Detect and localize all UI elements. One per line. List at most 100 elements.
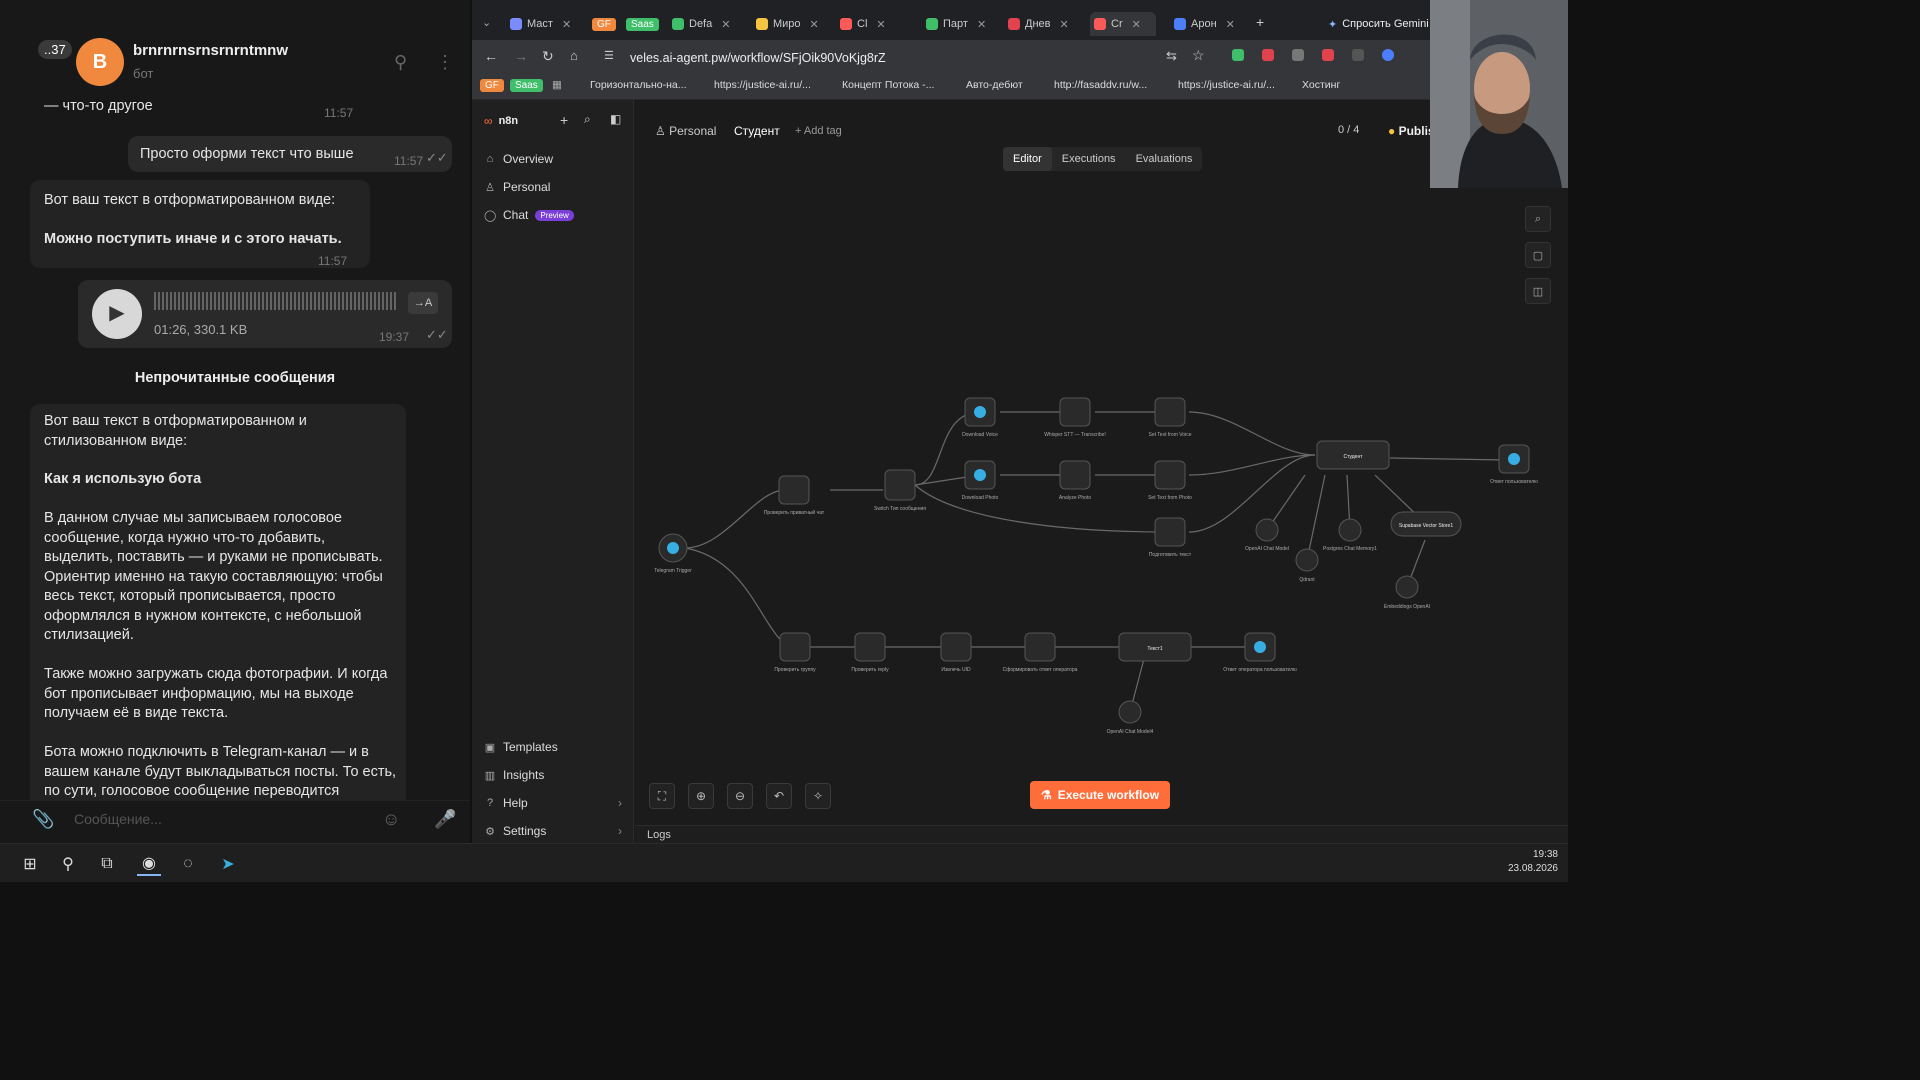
zoom-out-icon[interactable]: ⊖ [727, 783, 753, 809]
bookmark[interactable]: https://justice-ai.ru/... [714, 79, 811, 91]
close-icon[interactable]: ✕ [1226, 18, 1235, 31]
bookmark-star-icon[interactable]: ☆ [1192, 47, 1205, 64]
telegram-app-icon[interactable]: ➤ [216, 852, 240, 876]
new-tab-icon[interactable]: + [1256, 14, 1264, 30]
zoom-in-icon[interactable]: ⊕ [688, 783, 714, 809]
check-reply-node[interactable] [854, 632, 886, 662]
sidebar-item-chat[interactable]: ◯ Chat Preview [484, 208, 574, 222]
tab[interactable]: Днев ✕ [1008, 12, 1072, 36]
n8n-logo[interactable]: ∞ n8n [484, 114, 518, 128]
chrome-app-icon[interactable]: ◉ [137, 852, 161, 876]
play-icon[interactable]: ▶ [92, 289, 142, 339]
tab[interactable]: Парт ✕ [926, 12, 990, 36]
sidebar-item-overview[interactable]: ⌂ Overview [484, 152, 553, 166]
switch-node[interactable] [884, 469, 916, 501]
bookmark-saas[interactable]: Saas [510, 79, 543, 92]
transcribe-button[interactable]: →A [408, 292, 438, 314]
openai-model-node[interactable] [1255, 518, 1279, 542]
panel-toggle-icon[interactable]: ◫ [1525, 278, 1551, 304]
breadcrumb-project[interactable]: ♙ Personal [655, 124, 716, 138]
extension-icon[interactable] [1322, 49, 1334, 61]
close-icon[interactable]: ✕ [1132, 18, 1141, 31]
tab[interactable]: Cl ✕ [840, 12, 904, 36]
tab[interactable]: GF [592, 12, 620, 36]
extension-icon[interactable] [1292, 49, 1304, 61]
sidebar-item-settings[interactable]: ⚙ Settings › [484, 824, 622, 838]
attach-icon[interactable]: 📎 [32, 809, 54, 830]
bookmark[interactable]: Концепт Потока -... [842, 79, 934, 91]
sidebar-item-help[interactable]: ? Help › [484, 796, 622, 810]
extension-icon[interactable] [1352, 49, 1364, 61]
sticky-note-icon[interactable]: ▢ [1525, 242, 1551, 268]
translate-icon[interactable]: ⇆ [1166, 48, 1177, 64]
bookmark-gf[interactable]: GF [480, 79, 504, 92]
qdrant-node[interactable] [1295, 548, 1319, 572]
bookmark[interactable]: https://justice-ai.ru/... [1178, 79, 1275, 91]
tab[interactable]: Defa ✕ [672, 12, 736, 36]
apps-grid-icon[interactable]: ▦ [552, 79, 562, 91]
search-icon[interactable]: ⌕ [584, 112, 591, 127]
whisper-node[interactable] [1059, 397, 1091, 427]
extension-icon[interactable] [1262, 49, 1274, 61]
check-group-node[interactable] [779, 632, 811, 662]
bookmark[interactable]: http://fasaddv.ru/w... [1054, 79, 1147, 91]
tab-active[interactable]: Cr ✕ [1090, 12, 1156, 36]
zoom-search-icon[interactable]: ⌕ [1525, 206, 1551, 232]
extract-uid-node[interactable] [940, 632, 972, 662]
sidebar-item-insights[interactable]: ▥ Insights [484, 768, 545, 782]
sidebar-item-personal[interactable]: ♙ Personal [484, 180, 550, 194]
set-text-voice-node[interactable] [1154, 397, 1186, 427]
app-icon[interactable]: ◌ [176, 852, 200, 876]
tidy-up-icon[interactable]: ✧ [805, 783, 831, 809]
tab-executions[interactable]: Executions [1052, 147, 1126, 171]
extension-icon[interactable] [1232, 49, 1244, 61]
forward-icon[interactable]: → [514, 48, 528, 64]
site-info-icon[interactable]: ☰ [604, 49, 614, 62]
tab-list-icon[interactable]: ⌄ [482, 16, 491, 29]
analyze-photo-node[interactable] [1059, 460, 1091, 490]
chat-avatar[interactable]: B [76, 38, 124, 86]
undo-icon[interactable]: ↶ [766, 783, 792, 809]
url-field[interactable]: veles.ai-agent.pw/workflow/SFjOik90VoKjg… [630, 48, 1190, 68]
embeddings-node[interactable] [1395, 575, 1419, 599]
execute-workflow-button[interactable]: ⚗ Execute workflow [1030, 781, 1170, 809]
bookmark[interactable]: Авто-дебют [966, 79, 1023, 91]
tab-evaluations[interactable]: Evaluations [1126, 147, 1203, 171]
task-view-icon[interactable]: ⧉ [95, 852, 119, 876]
form-reply-node[interactable] [1024, 632, 1056, 662]
postgres-node[interactable] [1338, 518, 1362, 542]
close-icon[interactable]: ✕ [977, 18, 986, 31]
search-icon[interactable]: ⚲ [394, 52, 407, 73]
tab[interactable]: Арон ✕ [1174, 12, 1238, 36]
add-icon[interactable]: + [560, 112, 568, 128]
workflow-canvas[interactable]: Telegram Trigger Проверить приватный чат… [635, 200, 1568, 760]
close-icon[interactable]: ✕ [876, 18, 885, 31]
more-menu-icon[interactable]: ⋮ [436, 52, 454, 73]
reload-icon[interactable]: ↻ [542, 48, 554, 65]
tab[interactable]: Миро ✕ [756, 12, 820, 36]
workflow-name[interactable]: Студент [734, 124, 780, 138]
add-tag-button[interactable]: + Add tag [795, 125, 842, 137]
fit-view-icon[interactable]: ⛶ [649, 783, 675, 809]
tab[interactable]: Saas [626, 12, 660, 36]
bookmark[interactable]: Горизонтально-на... [590, 79, 687, 91]
close-icon[interactable]: ✕ [721, 18, 730, 31]
collapse-sidebar-icon[interactable]: ◧ [610, 112, 621, 126]
bookmark[interactable]: Хостинг [1302, 79, 1340, 91]
profile-icon[interactable] [1382, 49, 1394, 61]
publish-button[interactable]: ● Publis [1388, 124, 1435, 138]
close-icon[interactable]: ✕ [1060, 18, 1069, 31]
emoji-icon[interactable]: ☺ [382, 809, 400, 830]
logs-panel[interactable]: Logs [635, 825, 1568, 843]
tab[interactable]: Маст ✕ [510, 12, 580, 36]
windows-start-icon[interactable]: ⊞ [18, 852, 42, 876]
back-icon[interactable]: ← [484, 48, 498, 64]
set-text-photo-node[interactable] [1154, 460, 1186, 490]
search-icon[interactable]: ⚲ [56, 852, 80, 876]
check-private-node[interactable] [778, 475, 810, 505]
gemini-button[interactable]: ✦ Спросить Gemini [1328, 12, 1438, 36]
close-icon[interactable]: ✕ [810, 18, 819, 31]
home-icon[interactable]: ⌂ [570, 48, 578, 63]
prepare-text-node[interactable] [1154, 517, 1186, 547]
message-input[interactable]: Сообщение... [74, 811, 162, 827]
